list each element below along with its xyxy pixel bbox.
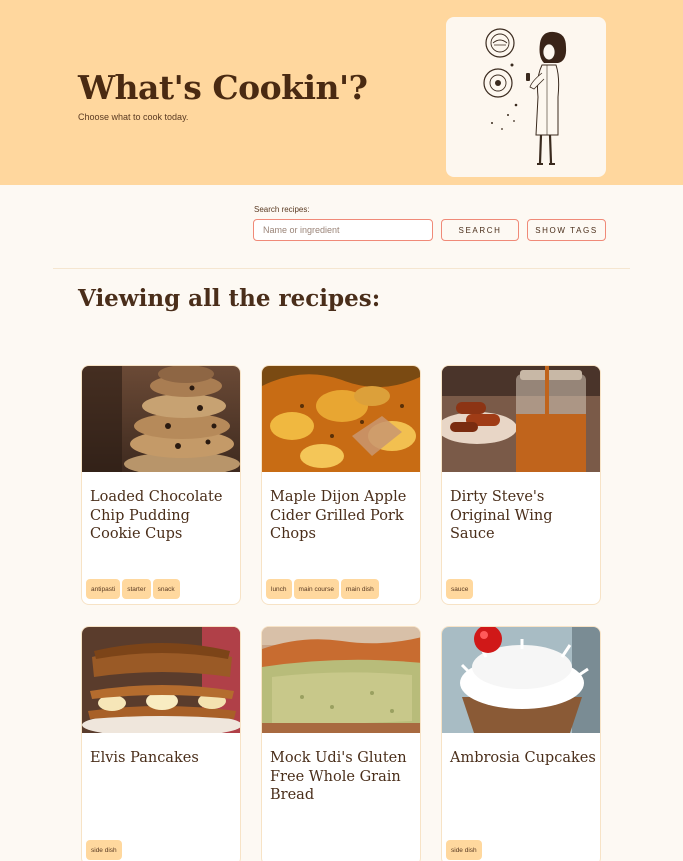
- search-button[interactable]: SEARCH: [441, 219, 519, 241]
- search-input[interactable]: [253, 219, 433, 241]
- recipe-title[interactable]: Mock Udi's Gluten Free Whole Grain Bread: [270, 749, 416, 805]
- hero-illustration: [446, 17, 606, 177]
- tag-list: sauce: [446, 579, 474, 599]
- recipe-title[interactable]: Maple Dijon Apple Cider Grilled Pork Cho…: [270, 488, 416, 544]
- search-label: Search recipes:: [254, 205, 310, 214]
- recipe-image[interactable]: [82, 627, 240, 733]
- recipe-card[interactable]: Loaded Chocolate Chip Pudding Cookie Cup…: [81, 365, 241, 605]
- recipe-card[interactable]: Mock Udi's Gluten Free Whole Grain Bread: [261, 626, 421, 861]
- tag[interactable]: snack: [152, 579, 180, 599]
- tag[interactable]: main course: [293, 579, 339, 599]
- tag-list: side dish: [446, 840, 482, 860]
- tag-list: lunch main course main dish: [266, 579, 379, 599]
- recipe-image[interactable]: [262, 366, 420, 472]
- recipe-card[interactable]: Maple Dijon Apple Cider Grilled Pork Cho…: [261, 365, 421, 605]
- tag[interactable]: starter: [122, 579, 151, 599]
- recipe-image[interactable]: [442, 627, 600, 733]
- tag[interactable]: lunch: [266, 579, 292, 599]
- recipe-title[interactable]: Elvis Pancakes: [90, 749, 236, 768]
- divider: [53, 268, 630, 269]
- tag[interactable]: sauce: [446, 579, 474, 599]
- tag[interactable]: side dish: [446, 840, 482, 860]
- tag[interactable]: main dish: [340, 579, 379, 599]
- tag[interactable]: antipasti: [86, 579, 121, 599]
- tag[interactable]: side dish: [86, 840, 122, 860]
- tag-list: side dish: [86, 840, 122, 860]
- recipe-title[interactable]: Dirty Steve's Original Wing Sauce: [450, 488, 596, 544]
- recipe-card[interactable]: Elvis Pancakes side dish: [81, 626, 241, 861]
- recipe-image[interactable]: [82, 366, 240, 472]
- tag-list: antipasti starter snack: [86, 579, 180, 599]
- app-title: What's Cookin'?: [78, 68, 368, 107]
- recipe-card[interactable]: Ambrosia Cupcakes side dish: [441, 626, 601, 861]
- recipe-image[interactable]: [442, 366, 600, 472]
- recipe-image[interactable]: [262, 627, 420, 733]
- app-subtitle: Choose what to cook today.: [78, 112, 189, 122]
- show-tags-button[interactable]: SHOW TAGS: [527, 219, 606, 241]
- recipe-title[interactable]: Ambrosia Cupcakes: [450, 749, 596, 768]
- header: What's Cookin'? Choose what to cook toda…: [0, 0, 683, 185]
- recipe-card[interactable]: Dirty Steve's Original Wing Sauce sauce: [441, 365, 601, 605]
- section-heading: Viewing all the recipes:: [78, 285, 381, 312]
- recipe-title[interactable]: Loaded Chocolate Chip Pudding Cookie Cup…: [90, 488, 236, 544]
